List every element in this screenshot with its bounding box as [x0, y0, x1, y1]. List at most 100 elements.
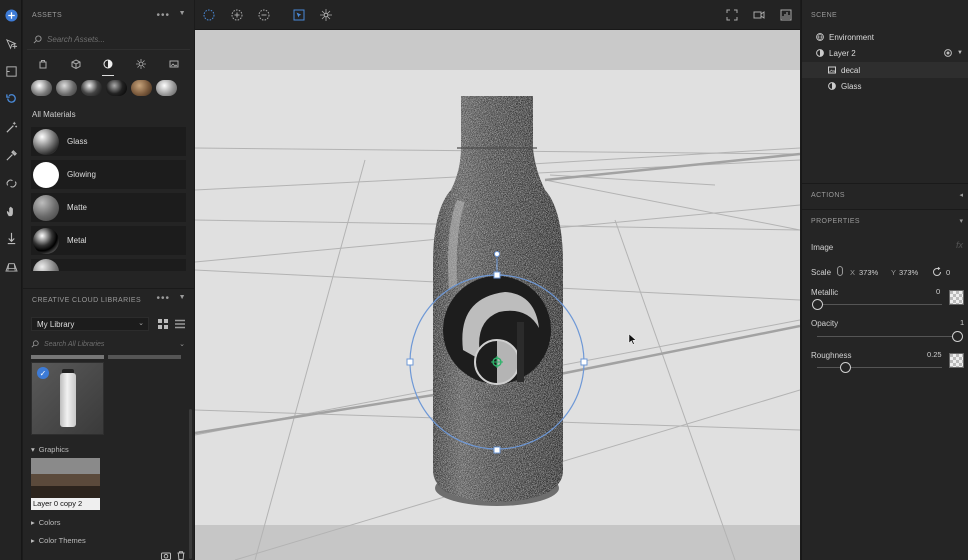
library-search-placeholder: Search All Libraries: [44, 340, 105, 348]
select-object-icon[interactable]: [292, 8, 306, 22]
histogram-icon[interactable]: [779, 8, 793, 22]
drop-to-floor-icon[interactable]: [3, 230, 19, 246]
actions-expand-icon[interactable]: ◂: [959, 191, 963, 199]
material-sphere-icon: [816, 49, 824, 57]
selection-marquee-icon[interactable]: [202, 8, 216, 22]
material-swatch[interactable]: [131, 80, 152, 96]
material-swatch[interactable]: [156, 80, 177, 96]
properties-collapse-icon[interactable]: ▾: [959, 217, 963, 225]
material-swatch-row: [23, 76, 194, 98]
select-move-icon[interactable]: [3, 36, 19, 52]
assets-collapse-icon[interactable]: ▼: [179, 10, 186, 17]
models-tab-icon[interactable]: [33, 56, 53, 72]
scene-item-glass[interactable]: Glass: [802, 78, 968, 94]
library-item-tube[interactable]: ✓: [31, 362, 104, 435]
libraries-more-icon[interactable]: •••: [156, 293, 170, 304]
library-dropdown[interactable]: My Library ⌄: [31, 317, 149, 331]
fx-icon[interactable]: fx: [956, 240, 963, 250]
rotate-icon[interactable]: [3, 90, 19, 106]
material-label: Glowing: [67, 170, 96, 179]
color-themes-section-toggle[interactable]: ▸ Color Themes: [31, 536, 86, 545]
graphics-section-toggle[interactable]: ▾ Graphics: [31, 445, 69, 454]
roughness-value[interactable]: 0.25: [927, 350, 942, 359]
scene-item-environment[interactable]: Environment: [802, 29, 968, 45]
grid-view-icon[interactable]: [158, 319, 168, 329]
magic-wand-icon[interactable]: [3, 119, 19, 135]
library-search[interactable]: Search All Libraries ⌄: [27, 337, 189, 351]
link-icon[interactable]: [3, 175, 19, 191]
assets-search-placeholder: Search Assets...: [47, 35, 105, 44]
materials-tab-icon[interactable]: [98, 56, 118, 76]
metallic-texture-swatch[interactable]: [949, 290, 964, 305]
scene-item-decal[interactable]: decal: [802, 62, 968, 78]
graphic-thumbnail[interactable]: [31, 458, 100, 498]
material-item-matte[interactable]: Matte: [31, 193, 186, 222]
material-thumbnail: [33, 259, 59, 271]
material-item-glass[interactable]: Glass: [31, 127, 186, 156]
triangle-down-icon: ▾: [31, 445, 35, 454]
camera-icon[interactable]: [161, 551, 171, 560]
assets-more-icon[interactable]: •••: [156, 10, 170, 21]
opacity-slider-track[interactable]: [817, 336, 960, 337]
link-proportions-icon[interactable]: [837, 266, 843, 276]
scene-item-layer-2[interactable]: Layer 2 ▼: [802, 45, 968, 61]
lights-tab-icon[interactable]: [131, 56, 151, 72]
material-swatch[interactable]: [81, 80, 102, 96]
libraries-title: CREATIVE CLOUD LIBRARIES: [32, 296, 142, 304]
cube-tab-icon[interactable]: [66, 56, 86, 72]
layer-material-icon[interactable]: [944, 49, 952, 57]
scene-title: SCENE: [811, 12, 838, 19]
frame-icon[interactable]: [3, 63, 19, 79]
scene-item-label: decal: [841, 65, 861, 75]
libraries-collapse-icon[interactable]: ▼: [179, 294, 186, 301]
libraries-scrollbar[interactable]: [189, 409, 192, 559]
add-selection-icon[interactable]: [230, 8, 244, 22]
layer-options-caret-icon[interactable]: ▼: [957, 50, 963, 56]
panel-divider: [802, 183, 968, 184]
fit-frame-icon[interactable]: [725, 8, 739, 22]
images-tab-icon[interactable]: [164, 56, 184, 72]
roughness-slider-knob[interactable]: [840, 362, 851, 373]
roughness-slider-track[interactable]: [817, 367, 942, 368]
trash-icon[interactable]: [177, 551, 185, 560]
color-themes-label: Color Themes: [38, 536, 86, 545]
graphic-item-label: Layer 0 copy 2: [31, 498, 100, 510]
chevron-down-icon[interactable]: ⌄: [179, 340, 185, 348]
viewport-toolbar: [195, 0, 800, 30]
metallic-slider-knob[interactable]: [812, 299, 823, 310]
material-swatch[interactable]: [31, 80, 52, 96]
material-item-partial[interactable]: [31, 259, 186, 271]
viewport-canvas: ACE BIO: [195, 30, 800, 560]
metallic-slider-track[interactable]: [817, 304, 942, 305]
metallic-value[interactable]: 0: [936, 287, 940, 296]
opacity-slider-knob[interactable]: [952, 331, 963, 342]
camera-perspective-icon[interactable]: [3, 258, 19, 274]
scene-item-label: Environment: [829, 32, 874, 42]
scene-graph-icon[interactable]: [319, 8, 333, 22]
actions-title: ACTIONS: [811, 192, 845, 199]
3d-viewport[interactable]: ACE BIO: [195, 30, 800, 560]
material-swatch[interactable]: [56, 80, 77, 96]
material-item-glowing[interactable]: Glowing: [31, 160, 186, 189]
properties-title: PROPERTIES: [811, 218, 860, 225]
eyedropper-icon[interactable]: [3, 147, 19, 163]
triangle-right-icon: ▸: [31, 518, 35, 527]
add-icon[interactable]: [3, 7, 19, 23]
metal-thumbnail: [33, 227, 59, 254]
scale-x-value[interactable]: 373%: [859, 268, 878, 277]
material-item-metal[interactable]: Metal: [31, 226, 186, 255]
scale-y-label: Y: [891, 268, 897, 277]
material-swatch[interactable]: [106, 80, 127, 96]
assets-search[interactable]: Search Assets...: [27, 30, 190, 50]
metallic-label: Metallic: [811, 288, 839, 297]
scene-item-label: Glass: [841, 81, 862, 91]
opacity-value[interactable]: 1: [960, 318, 964, 327]
subtract-selection-icon[interactable]: [257, 8, 271, 22]
colors-section-toggle[interactable]: ▸ Colors: [31, 518, 60, 527]
scale-y-value[interactable]: 373%: [899, 268, 918, 277]
roughness-texture-swatch[interactable]: [949, 353, 964, 368]
list-view-icon[interactable]: [175, 319, 185, 329]
camera-view-icon[interactable]: [752, 8, 766, 22]
rotation-value[interactable]: 0: [946, 268, 950, 277]
hand-icon[interactable]: [3, 203, 19, 219]
